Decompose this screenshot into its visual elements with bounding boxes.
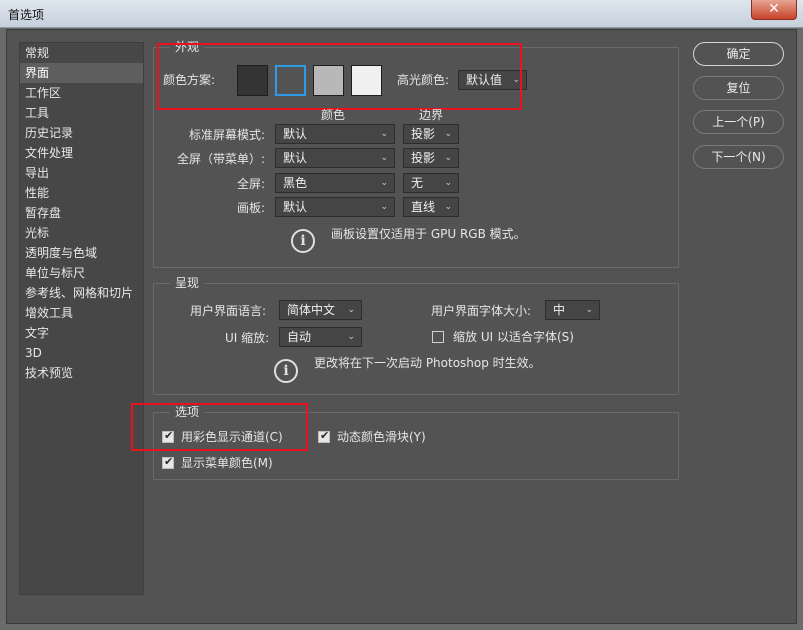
close-icon: ✕ bbox=[768, 1, 780, 17]
menu-colors-label[interactable]: 显示菜单颜色(M) bbox=[181, 453, 273, 473]
appearance-row-border-value: 投影 bbox=[411, 151, 436, 165]
sidebar-item[interactable]: 光标 bbox=[20, 223, 143, 243]
appearance-row-border-select[interactable]: 投影 ⌄ bbox=[403, 124, 459, 144]
appearance-row-color-select[interactable]: 默认 ⌄ bbox=[275, 148, 395, 168]
appearance-row-color-select[interactable]: 黑色 ⌄ bbox=[275, 173, 395, 193]
ui-language-value: 简体中文 bbox=[287, 303, 336, 317]
scale-ui-to-font-label[interactable]: 缩放 UI 以适合字体(S) bbox=[453, 327, 574, 347]
chevron-down-icon: ⌄ bbox=[347, 305, 355, 315]
dynamic-sliders-checkbox[interactable] bbox=[318, 429, 330, 443]
appearance-row-border-value: 直线 bbox=[411, 200, 436, 214]
appearance-row-label: 全屏（带菜单）: bbox=[176, 152, 265, 166]
sidebar-item[interactable]: 文字 bbox=[20, 323, 143, 343]
ui-scale-value: 自动 bbox=[287, 330, 312, 344]
reset-button[interactable]: 复位 bbox=[693, 76, 784, 100]
sidebar-item[interactable]: 单位与标尺 bbox=[20, 263, 143, 283]
chevron-down-icon: ⌄ bbox=[380, 153, 388, 163]
annotation-box-appearance bbox=[157, 43, 522, 110]
sidebar-item[interactable]: 工具 bbox=[20, 103, 143, 123]
sidebar-item[interactable]: 性能 bbox=[20, 183, 143, 203]
appearance-row-color-value: 默认 bbox=[283, 127, 308, 141]
sidebar-item[interactable]: 透明度与色域 bbox=[20, 243, 143, 263]
sidebar-item[interactable]: 历史记录 bbox=[20, 123, 143, 143]
column-color-header: 颜色 bbox=[321, 108, 346, 122]
chevron-down-icon: ⌄ bbox=[380, 129, 388, 139]
title-bar: 首选项 ✕ bbox=[0, 0, 803, 28]
chevron-down-icon: ⌄ bbox=[444, 202, 452, 212]
appearance-row-color-select[interactable]: 默认 ⌄ bbox=[275, 124, 395, 144]
sidebar-item[interactable]: 增效工具 bbox=[20, 303, 143, 323]
sidebar-item[interactable]: 界面 bbox=[20, 63, 143, 83]
ui-font-size-value: 中 bbox=[553, 303, 566, 317]
appearance-row-border-select[interactable]: 无 ⌄ bbox=[403, 173, 459, 193]
sidebar-item[interactable]: 文件处理 bbox=[20, 143, 143, 163]
ui-language-select[interactable]: 简体中文 ⌄ bbox=[279, 300, 362, 320]
chevron-down-icon: ⌄ bbox=[444, 153, 452, 163]
chevron-down-icon: ⌄ bbox=[444, 129, 452, 139]
sidebar-nav: 常规 界面 工作区 工具 历史记录 文件处理 导出 性能 暂存盘 光标 透明度与色域 单位与标尺 参考线… bbox=[19, 42, 144, 595]
scale-ui-to-font-checkbox[interactable] bbox=[432, 331, 444, 343]
appearance-row-border-value: 无 bbox=[411, 176, 424, 190]
appearance-row-label: 画板: bbox=[236, 201, 265, 215]
sidebar-item[interactable]: 3D bbox=[20, 343, 143, 363]
info-icon: i bbox=[291, 229, 315, 253]
render-legend: 呈现 bbox=[170, 275, 205, 291]
appearance-row-color-value: 默认 bbox=[283, 200, 308, 214]
annotation-box-options bbox=[131, 403, 308, 451]
sidebar-item[interactable]: 常规 bbox=[20, 43, 143, 63]
chevron-down-icon: ⌄ bbox=[347, 332, 355, 342]
sidebar-item[interactable]: 技术预览 bbox=[20, 363, 143, 383]
ui-font-size-select[interactable]: 中 ⌄ bbox=[545, 300, 600, 320]
appearance-row-color-value: 默认 bbox=[283, 151, 308, 165]
ui-language-label: 用户界面语言: bbox=[190, 304, 267, 318]
artboard-note: 画板设置仅适用于 GPU RGB 模式。 bbox=[331, 227, 526, 241]
sidebar-item[interactable]: 参考线、网格和切片 bbox=[20, 283, 143, 303]
appearance-row-border-select[interactable]: 投影 ⌄ bbox=[403, 148, 459, 168]
appearance-row-color-value: 黑色 bbox=[283, 176, 308, 190]
column-border-header: 边界 bbox=[419, 108, 444, 122]
info-icon: i bbox=[274, 359, 298, 383]
ui-scale-label: UI 缩放: bbox=[225, 331, 270, 345]
sidebar-item[interactable]: 暂存盘 bbox=[20, 203, 143, 223]
appearance-row-label: 全屏: bbox=[236, 177, 265, 191]
ui-font-size-label: 用户界面字体大小: bbox=[431, 304, 532, 318]
ui-scale-select[interactable]: 自动 ⌄ bbox=[279, 327, 362, 347]
prev-button[interactable]: 上一个(P) bbox=[693, 110, 784, 134]
appearance-row-border-value: 投影 bbox=[411, 127, 436, 141]
chevron-down-icon: ⌄ bbox=[585, 305, 593, 315]
appearance-row-color-select[interactable]: 默认 ⌄ bbox=[275, 197, 395, 217]
restart-note: 更改将在下一次启动 Photoshop 时生效。 bbox=[314, 356, 541, 370]
appearance-row-label: 标准屏幕模式: bbox=[188, 128, 265, 142]
sidebar-item[interactable]: 导出 bbox=[20, 163, 143, 183]
close-button[interactable]: ✕ bbox=[751, 0, 797, 20]
chevron-down-icon: ⌄ bbox=[444, 178, 452, 188]
next-button[interactable]: 下一个(N) bbox=[693, 145, 784, 169]
dynamic-sliders-label[interactable]: 动态颜色滑块(Y) bbox=[337, 427, 426, 447]
sidebar-item[interactable]: 工作区 bbox=[20, 83, 143, 103]
menu-colors-checkbox[interactable] bbox=[162, 455, 174, 469]
chevron-down-icon: ⌄ bbox=[380, 202, 388, 212]
appearance-row-border-select[interactable]: 直线 ⌄ bbox=[403, 197, 459, 217]
window-title: 首选项 bbox=[8, 8, 45, 22]
dialog-body: 常规 界面 工作区 工具 历史记录 文件处理 导出 性能 暂存盘 光标 透明度与色域 单位与标尺 参考线… bbox=[6, 29, 797, 624]
ok-button[interactable]: 确定 bbox=[693, 42, 784, 66]
chevron-down-icon: ⌄ bbox=[380, 178, 388, 188]
